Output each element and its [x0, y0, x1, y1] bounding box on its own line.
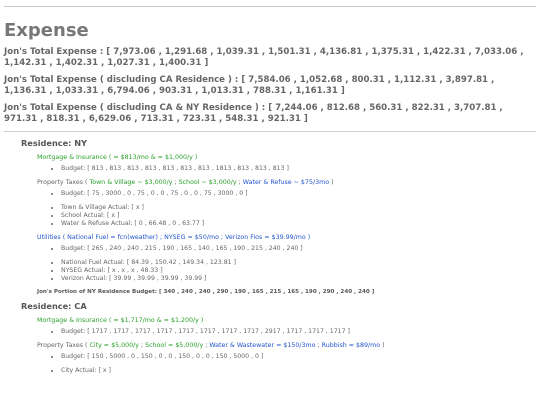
ny-taxes-heading: Property Taxes ( Town & Village ~ $3,000… [37, 179, 536, 186]
ny-taxes-actual-water-refuse: Water & Refuse Actual: [ 0 , 66.48 , 0 ,… [61, 220, 536, 228]
ca-taxes-heading: Property Taxes ( City ≈ $5,000/y ; Schoo… [37, 342, 536, 349]
ny-tax-school: School ~ $3,000/y [178, 179, 237, 186]
residence-ca-heading: Residence: CA [21, 301, 87, 311]
top-divider [4, 6, 536, 7]
ny-utilities-actuals-list: National Fuel Actual: [ 84.39 , 150.42 ,… [37, 259, 536, 283]
ny-taxes-actual-school: School Actual: [ x ] [61, 212, 536, 220]
residence-ny-section: Residence: NY Mortgage & Insurance ( ≈ $… [4, 138, 536, 295]
total-expense: Jon's Total Expense : [ 7,973.06 , 1,291… [4, 47, 524, 68]
residence-ca-section: Residence: CA Mortgage & Insurance ( ≈ $… [4, 301, 536, 375]
ny-utilities-suffix: ) [305, 234, 311, 241]
ny-taxes-budget-list: Budget: [ 75 , 3000 , 0 , 75 , 0 , 0 , 7… [37, 190, 536, 198]
ca-taxes-prefix: Property Taxes ( [37, 342, 90, 349]
ca-taxes-actual-city: City Actual: [ x ] [61, 367, 536, 375]
ca-mortgage-budget: Budget: [ 1717 , 1717 , 1717 , 1717 , 17… [61, 328, 536, 336]
section-divider [4, 131, 536, 132]
ny-tax-water-refuse: Water & Refuse ~ $75/3mo [242, 179, 330, 186]
ca-tax-city: City ≈ $5,000/y [89, 342, 139, 349]
ca-mortgage-heading: Mortgage & Insurance ( ≈ $1,717/mo & ≈ $… [37, 317, 204, 324]
page-container: Expense Jon's Total Expense : [ 7,973.06… [4, 12, 536, 381]
ca-taxes-budget-list: Budget: [ 150 , 5000 , 0 , 150 , 0 , 0 ,… [37, 353, 536, 361]
ny-taxes-actuals-list: Town & Village Actual: [ x ] School Actu… [37, 204, 536, 228]
ca-tax-rubbish: Rubbish ≈ $89/mo [321, 342, 381, 349]
ny-taxes-actual-town-village: Town & Village Actual: [ x ] [61, 204, 536, 212]
ca-subsections: Mortgage & Insurance ( ≈ $1,717/mo & ≈ $… [21, 317, 536, 375]
ca-taxes-suffix: ) [380, 342, 385, 349]
ca-taxes-budget: Budget: [ 150 , 5000 , 0 , 150 , 0 , 0 ,… [61, 353, 536, 361]
ny-utility-verizon: Verizon Fios ≈ $39.99/mo [225, 234, 306, 241]
ny-portion-budget: Jon's Portion of NY Residence Budget: [ … [37, 289, 375, 295]
ca-taxes-actuals-list: City Actual: [ x ] [37, 367, 536, 375]
ny-utilities-actual-verizon: Verizon Actual: [ 39.99 , 39.99 , 39.99 … [61, 275, 536, 283]
page-title: Expense [4, 20, 89, 41]
ny-utilities-prefix: Utilities ( [37, 234, 68, 241]
ny-utilities-actual-national-fuel: National Fuel Actual: [ 84.39 , 150.42 ,… [61, 259, 536, 267]
ny-subsections: Mortgage & Insurance ( ≈ $813/mo & ≈ $1,… [21, 154, 536, 295]
residence-ny-heading: Residence: NY [21, 138, 88, 148]
ny-mortgage-list: Budget: [ 813 , 813 , 813 , 813 , 813 , … [37, 165, 536, 173]
ca-tax-school: School ≈ $5,000/y [145, 342, 204, 349]
ny-utilities-budget-list: Budget: [ 265 , 240 , 240 , 215 , 190 , … [37, 245, 536, 253]
total-expense-excluding-ca: Jon's Total Expense ( discluding CA Resi… [4, 75, 495, 96]
ny-taxes-suffix: ) [329, 179, 334, 186]
ny-tax-town-village: Town & Village ~ $3,000/y [89, 179, 173, 186]
ny-taxes-prefix: Property Taxes ( [37, 179, 90, 186]
ny-mortgage-heading: Mortgage & Insurance ( ≈ $813/mo & ≈ $1,… [37, 154, 198, 161]
ny-utility-national-fuel: National Fuel ≈ fcn(weather) [67, 234, 158, 241]
ny-utilities-actual-nyseg: NYSEG Actual: [ x , x , x , 48.33 ] [61, 267, 536, 275]
ca-tax-water-wastewater: Water & Wastewater ≈ $150/3mo [209, 342, 316, 349]
ny-taxes-budget: Budget: [ 75 , 3000 , 0 , 75 , 0 , 0 , 7… [61, 190, 536, 198]
ny-utilities-budget: Budget: [ 265 , 240 , 240 , 215 , 190 , … [61, 245, 536, 253]
ny-mortgage-budget: Budget: [ 813 , 813 , 813 , 813 , 813 , … [61, 165, 536, 173]
ny-utilities-heading: Utilities ( National Fuel ≈ fcn(weather)… [37, 234, 536, 241]
ny-utility-nyseg: NYSEG ≈ $50/mo [164, 234, 219, 241]
total-expense-excluding-ca-ny: Jon's Total Expense ( discluding CA & NY… [4, 103, 503, 124]
ca-mortgage-list: Budget: [ 1717 , 1717 , 1717 , 1717 , 17… [37, 328, 536, 336]
